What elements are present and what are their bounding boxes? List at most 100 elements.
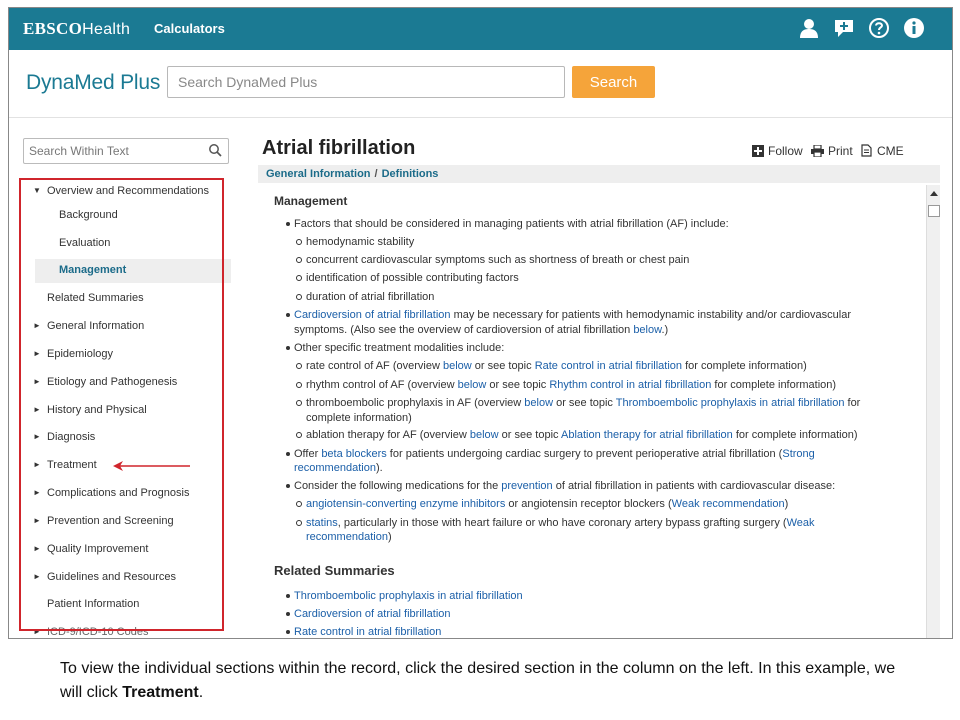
plus-box-icon: [752, 145, 764, 157]
nav-general-information[interactable]: ► General Information: [17, 315, 231, 339]
weak-recommendation-link[interactable]: Weak: [787, 517, 815, 529]
nav-diagnosis[interactable]: ► Diagnosis: [17, 426, 231, 450]
expand-triangle-icon[interactable]: ►: [33, 406, 41, 414]
list-item: Cardioversion of atrial fibrillation may…: [286, 309, 851, 321]
weak-recommendation-link[interactable]: recommendation: [306, 531, 388, 543]
strong-recommendation-link[interactable]: Strong: [782, 448, 814, 460]
follow-label: Follow: [768, 144, 803, 158]
follow-button[interactable]: Follow: [752, 144, 803, 158]
below-link[interactable]: below: [633, 324, 661, 336]
below-link[interactable]: below: [470, 429, 499, 441]
info-icon[interactable]: [903, 17, 925, 39]
nav-evaluation[interactable]: Evaluation: [17, 232, 231, 256]
help-icon[interactable]: [868, 17, 890, 39]
rhythm-control-link[interactable]: Rhythm control in atrial fibrillation: [549, 379, 711, 391]
list-item: identification of possible contributing …: [296, 272, 519, 284]
breadcrumb-separator: /: [374, 168, 378, 180]
related-summary-link[interactable]: Cardioversion of atrial fibrillation: [294, 608, 451, 620]
item-text: rhythm control of AF (overview: [306, 379, 458, 391]
list-item-continued: recommendation).: [294, 462, 383, 474]
below-link[interactable]: below: [443, 360, 472, 372]
nav-complications-and-prognosis[interactable]: ► Complications and Prognosis: [17, 482, 231, 506]
expand-triangle-icon[interactable]: ►: [33, 545, 41, 553]
nav-epidemiology[interactable]: ► Epidemiology: [17, 343, 231, 367]
cardioversion-link[interactable]: Cardioversion of atrial fibrillation: [294, 309, 451, 321]
related-summary-link[interactable]: Thromboembolic prophylaxis in atrial fib…: [294, 590, 523, 602]
list-item: Offer beta blockers for patients undergo…: [286, 448, 815, 460]
strong-recommendation-link[interactable]: recommendation: [294, 462, 376, 474]
list-item: statins, particularly in those with hear…: [296, 517, 815, 529]
expand-triangle-icon[interactable]: ►: [33, 489, 41, 497]
ebsco-health-logo[interactable]: EBSCOHealth: [23, 19, 130, 39]
item-text: identification of possible contributing …: [306, 272, 519, 284]
content-scrollbar[interactable]: [926, 185, 940, 638]
caption-emphasis: Treatment: [122, 684, 199, 701]
nav-overview-and-recommendations[interactable]: ▼ Overview and Recommendations: [17, 180, 231, 204]
ace-inhibitors-link[interactable]: angiotensin-converting enzyme inhibitors: [306, 498, 505, 510]
item-text: thromboembolic prophylaxis in AF (overvi…: [306, 397, 525, 409]
below-link[interactable]: below: [458, 379, 487, 391]
nav-history-and-physical[interactable]: ► History and Physical: [17, 399, 231, 423]
nav-label: History and Physical: [47, 404, 147, 416]
search-within-input[interactable]: [24, 139, 204, 163]
nav-prevention-and-screening[interactable]: ► Prevention and Screening: [17, 510, 231, 534]
page-title: Atrial fibrillation: [262, 137, 416, 159]
list-item: rhythm control of AF (overview below or …: [296, 379, 836, 391]
expand-triangle-icon[interactable]: ►: [33, 433, 41, 441]
search-icon[interactable]: [208, 143, 222, 157]
item-text: .): [661, 324, 669, 336]
prevention-link[interactable]: prevention: [501, 480, 552, 492]
item-text: , particularly in those with heart failu…: [337, 517, 787, 529]
print-button[interactable]: Print: [811, 144, 853, 158]
calculators-link[interactable]: Calculators: [154, 21, 225, 36]
expand-triangle-icon[interactable]: ►: [33, 322, 41, 330]
nav-label: Overview and Recommendations: [47, 185, 210, 197]
thromboembolic-prophylaxis-link[interactable]: Thromboembolic prophylaxis in atrial fib…: [616, 397, 845, 409]
nav-treatment[interactable]: ► Treatment: [17, 454, 231, 478]
nav-label: Guidelines and Resources: [47, 571, 177, 583]
cme-button[interactable]: CME: [861, 144, 904, 158]
search-button[interactable]: Search: [572, 66, 655, 98]
beta-blockers-link[interactable]: beta blockers: [321, 448, 386, 460]
weak-recommendation-link[interactable]: Weak recommendation: [672, 498, 785, 510]
scroll-thumb[interactable]: [928, 205, 940, 217]
dynamed-plus-logo[interactable]: DynaMed Plus: [26, 71, 160, 95]
list-item: Rate control in atrial fibrillation: [286, 626, 441, 638]
nav-background[interactable]: Background: [17, 204, 231, 228]
expand-triangle-icon[interactable]: ►: [33, 461, 41, 469]
main-search-input[interactable]: [167, 66, 565, 98]
expand-triangle-icon[interactable]: ►: [33, 378, 41, 386]
nav-related-summaries[interactable]: Related Summaries: [17, 287, 231, 311]
rate-control-link[interactable]: Rate control in atrial fibrillation: [535, 360, 682, 372]
list-item: concurrent cardiovascular symptoms such …: [296, 254, 689, 266]
section-heading-related-summaries: Related Summaries: [274, 563, 395, 578]
nav-icd-codes[interactable]: ► ICD-9/ICD-10 Codes: [17, 621, 231, 635]
expand-triangle-icon[interactable]: ►: [33, 350, 41, 358]
user-icon[interactable]: [798, 17, 820, 39]
breadcrumb-definitions[interactable]: Definitions: [382, 168, 439, 180]
nav-etiology-and-pathogenesis[interactable]: ► Etiology and Pathogenesis: [17, 371, 231, 395]
list-item: Consider the following medications for t…: [286, 480, 835, 492]
scroll-up-arrow-icon[interactable]: [929, 189, 939, 197]
expand-triangle-icon[interactable]: ►: [33, 517, 41, 525]
item-text: Consider the following medications for t…: [294, 480, 502, 492]
nav-management[interactable]: Management: [35, 259, 231, 283]
expand-triangle-icon[interactable]: ►: [33, 573, 41, 581]
nav-guidelines-and-resources[interactable]: ► Guidelines and Resources: [17, 566, 231, 590]
related-summary-link[interactable]: Rate control in atrial fibrillation: [294, 626, 441, 638]
nav-label: Treatment: [47, 459, 97, 471]
list-item: Cardioversion of atrial fibrillation: [286, 608, 451, 620]
list-item-continued: symptoms. (Also see the overview of card…: [294, 324, 668, 336]
feedback-icon[interactable]: [833, 17, 855, 39]
nav-label: Prevention and Screening: [47, 515, 174, 527]
expand-triangle-icon[interactable]: ►: [33, 628, 41, 636]
collapse-triangle-icon[interactable]: ▼: [33, 187, 41, 195]
below-link[interactable]: below: [524, 397, 553, 409]
ablation-therapy-link[interactable]: Ablation therapy for atrial fibrillation: [561, 429, 733, 441]
breadcrumb-general-information[interactable]: General Information: [266, 168, 371, 180]
list-item: duration of atrial fibrillation: [296, 291, 434, 303]
nav-quality-improvement[interactable]: ► Quality Improvement: [17, 538, 231, 562]
nav-patient-information[interactable]: Patient Information: [17, 593, 231, 617]
statins-link[interactable]: statins: [306, 517, 338, 529]
nav-label: Complications and Prognosis: [47, 487, 190, 499]
